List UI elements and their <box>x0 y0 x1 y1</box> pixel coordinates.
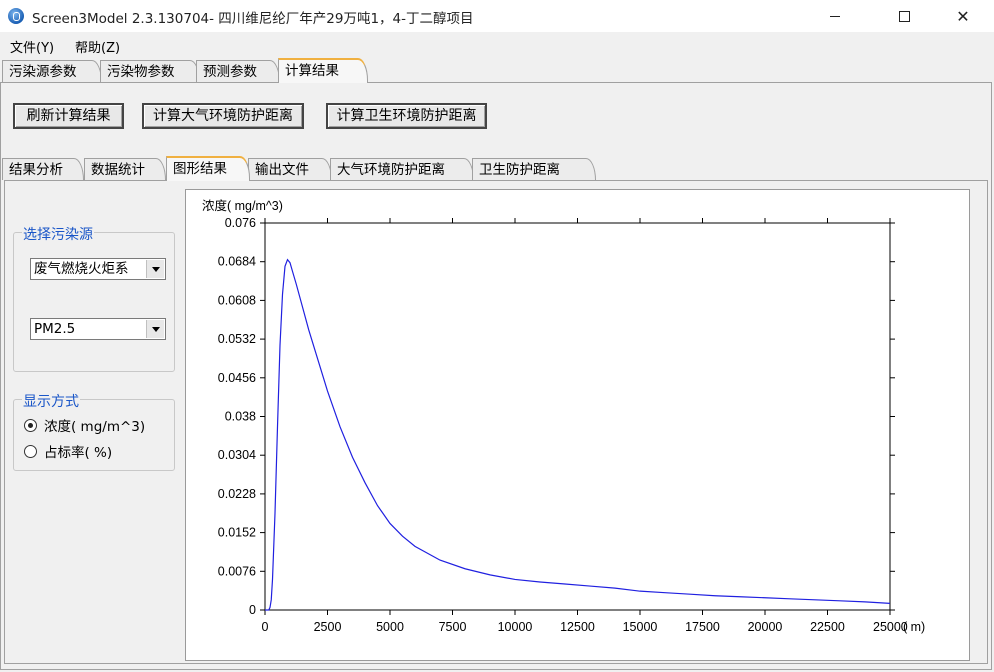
x-axis-label: ( m) <box>903 620 925 634</box>
minimize-icon <box>830 15 840 17</box>
x-tick-label: 15000 <box>623 620 658 634</box>
tab-calc-results[interactable]: 计算结果 <box>278 58 368 83</box>
tab-data-stats[interactable]: 数据统计 <box>84 158 166 180</box>
chevron-down-icon[interactable] <box>146 320 164 338</box>
tab-pollutant-params[interactable]: 污染物参数 <box>100 60 200 82</box>
y-tick-label: 0 <box>249 603 256 617</box>
source-select-group: 选择污染源 废气燃烧火炬系 PM2.5 <box>13 224 175 372</box>
radio-selected-icon <box>24 418 37 432</box>
display-mode-group: 显示方式 浓度( mg/m^3) 占标率( %) <box>13 391 175 471</box>
tab-result-analysis[interactable]: 结果分析 <box>2 158 84 180</box>
plot-border <box>264 222 891 611</box>
y-tick-label: 0.0228 <box>218 487 256 501</box>
x-tick-label: 0 <box>262 620 269 634</box>
minimize-button[interactable] <box>812 0 858 32</box>
tab-prediction-params[interactable]: 预测参数 <box>196 60 280 82</box>
x-tick-label: 5000 <box>376 620 404 634</box>
chart-area: 浓度( mg/m^3) 0.076 0.0684 0.0608 0.0532 0.045… <box>190 194 965 645</box>
radio-percent[interactable]: 占标率( %) <box>24 441 112 461</box>
tab-source-params[interactable]: 污染源参数 <box>2 60 102 82</box>
concentration-chart: 浓度( mg/m^3) 0.076 0.0684 0.0608 0.0532 0.045… <box>202 198 925 634</box>
y-tick-label: 0.038 <box>225 410 256 424</box>
x-tick-label: 17500 <box>685 620 720 634</box>
refresh-results-button[interactable]: 刷新计算结果 <box>13 103 124 129</box>
calc-air-distance-button[interactable]: 计算大气环境防护距离 <box>142 103 304 129</box>
y-tick-label: 0.076 <box>225 216 256 230</box>
x-tick-label: 20000 <box>748 620 783 634</box>
tab-air-protection-distance[interactable]: 大气环境防护距离 <box>330 158 474 180</box>
maximize-icon <box>898 10 910 22</box>
menu-file[interactable]: 文件(Y) <box>10 37 54 56</box>
pollutant-select-value: PM2.5 <box>34 321 76 337</box>
maximize-button[interactable] <box>881 0 927 32</box>
pollutant-select[interactable]: PM2.5 <box>30 318 166 340</box>
x-tick-label: 10000 <box>498 620 533 634</box>
chevron-down-icon[interactable] <box>146 260 164 278</box>
title-bar: Screen3Model 2.3.130704- 四川维尼纶厂年产29万吨1，4… <box>0 0 994 32</box>
radio-percent-label: 占标率( %) <box>44 445 113 461</box>
radio-concentration[interactable]: 浓度( mg/m^3) <box>24 415 145 435</box>
window-title: Screen3Model 2.3.130704- 四川维尼纶厂年产29万吨1，4… <box>32 11 474 27</box>
series-line-concentration <box>265 258 891 611</box>
source-group-title: 选择污染源 <box>22 224 94 244</box>
source-select[interactable]: 废气燃烧火炬系 <box>30 258 166 280</box>
close-icon: ✕ <box>956 6 970 26</box>
tab-graph-results[interactable]: 图形结果 <box>166 156 250 181</box>
x-tick-label: 12500 <box>560 620 595 634</box>
y-tick-label: 0.0684 <box>218 255 256 269</box>
calc-health-distance-button[interactable]: 计算卫生环境防护距离 <box>326 103 487 129</box>
menu-help[interactable]: 帮助(Z) <box>75 37 120 56</box>
app-icon <box>8 8 24 24</box>
x-tick-label: 2500 <box>314 620 342 634</box>
radio-unselected-icon <box>24 444 37 458</box>
display-group-title: 显示方式 <box>22 391 80 411</box>
y-tick-label: 0.0152 <box>218 526 256 540</box>
y-axis-label: 浓度( mg/m^3) <box>202 198 283 213</box>
x-tick-label: 22500 <box>810 620 845 634</box>
y-tick-label: 0.0608 <box>218 293 256 307</box>
y-tick-label: 0.0456 <box>218 371 256 385</box>
tab-output-file[interactable]: 输出文件 <box>248 158 332 180</box>
radio-concentration-label: 浓度( mg/m^3) <box>44 419 146 435</box>
y-tick-label: 0.0304 <box>218 448 256 462</box>
source-select-value: 废气燃烧火炬系 <box>34 261 129 277</box>
close-button[interactable]: ✕ <box>940 0 986 32</box>
tab-health-protection-distance[interactable]: 卫生防护距离 <box>472 158 596 180</box>
x-tick-label: 7500 <box>439 620 467 634</box>
y-tick-label: 0.0076 <box>218 564 256 578</box>
y-tick-label: 0.0532 <box>218 332 256 346</box>
